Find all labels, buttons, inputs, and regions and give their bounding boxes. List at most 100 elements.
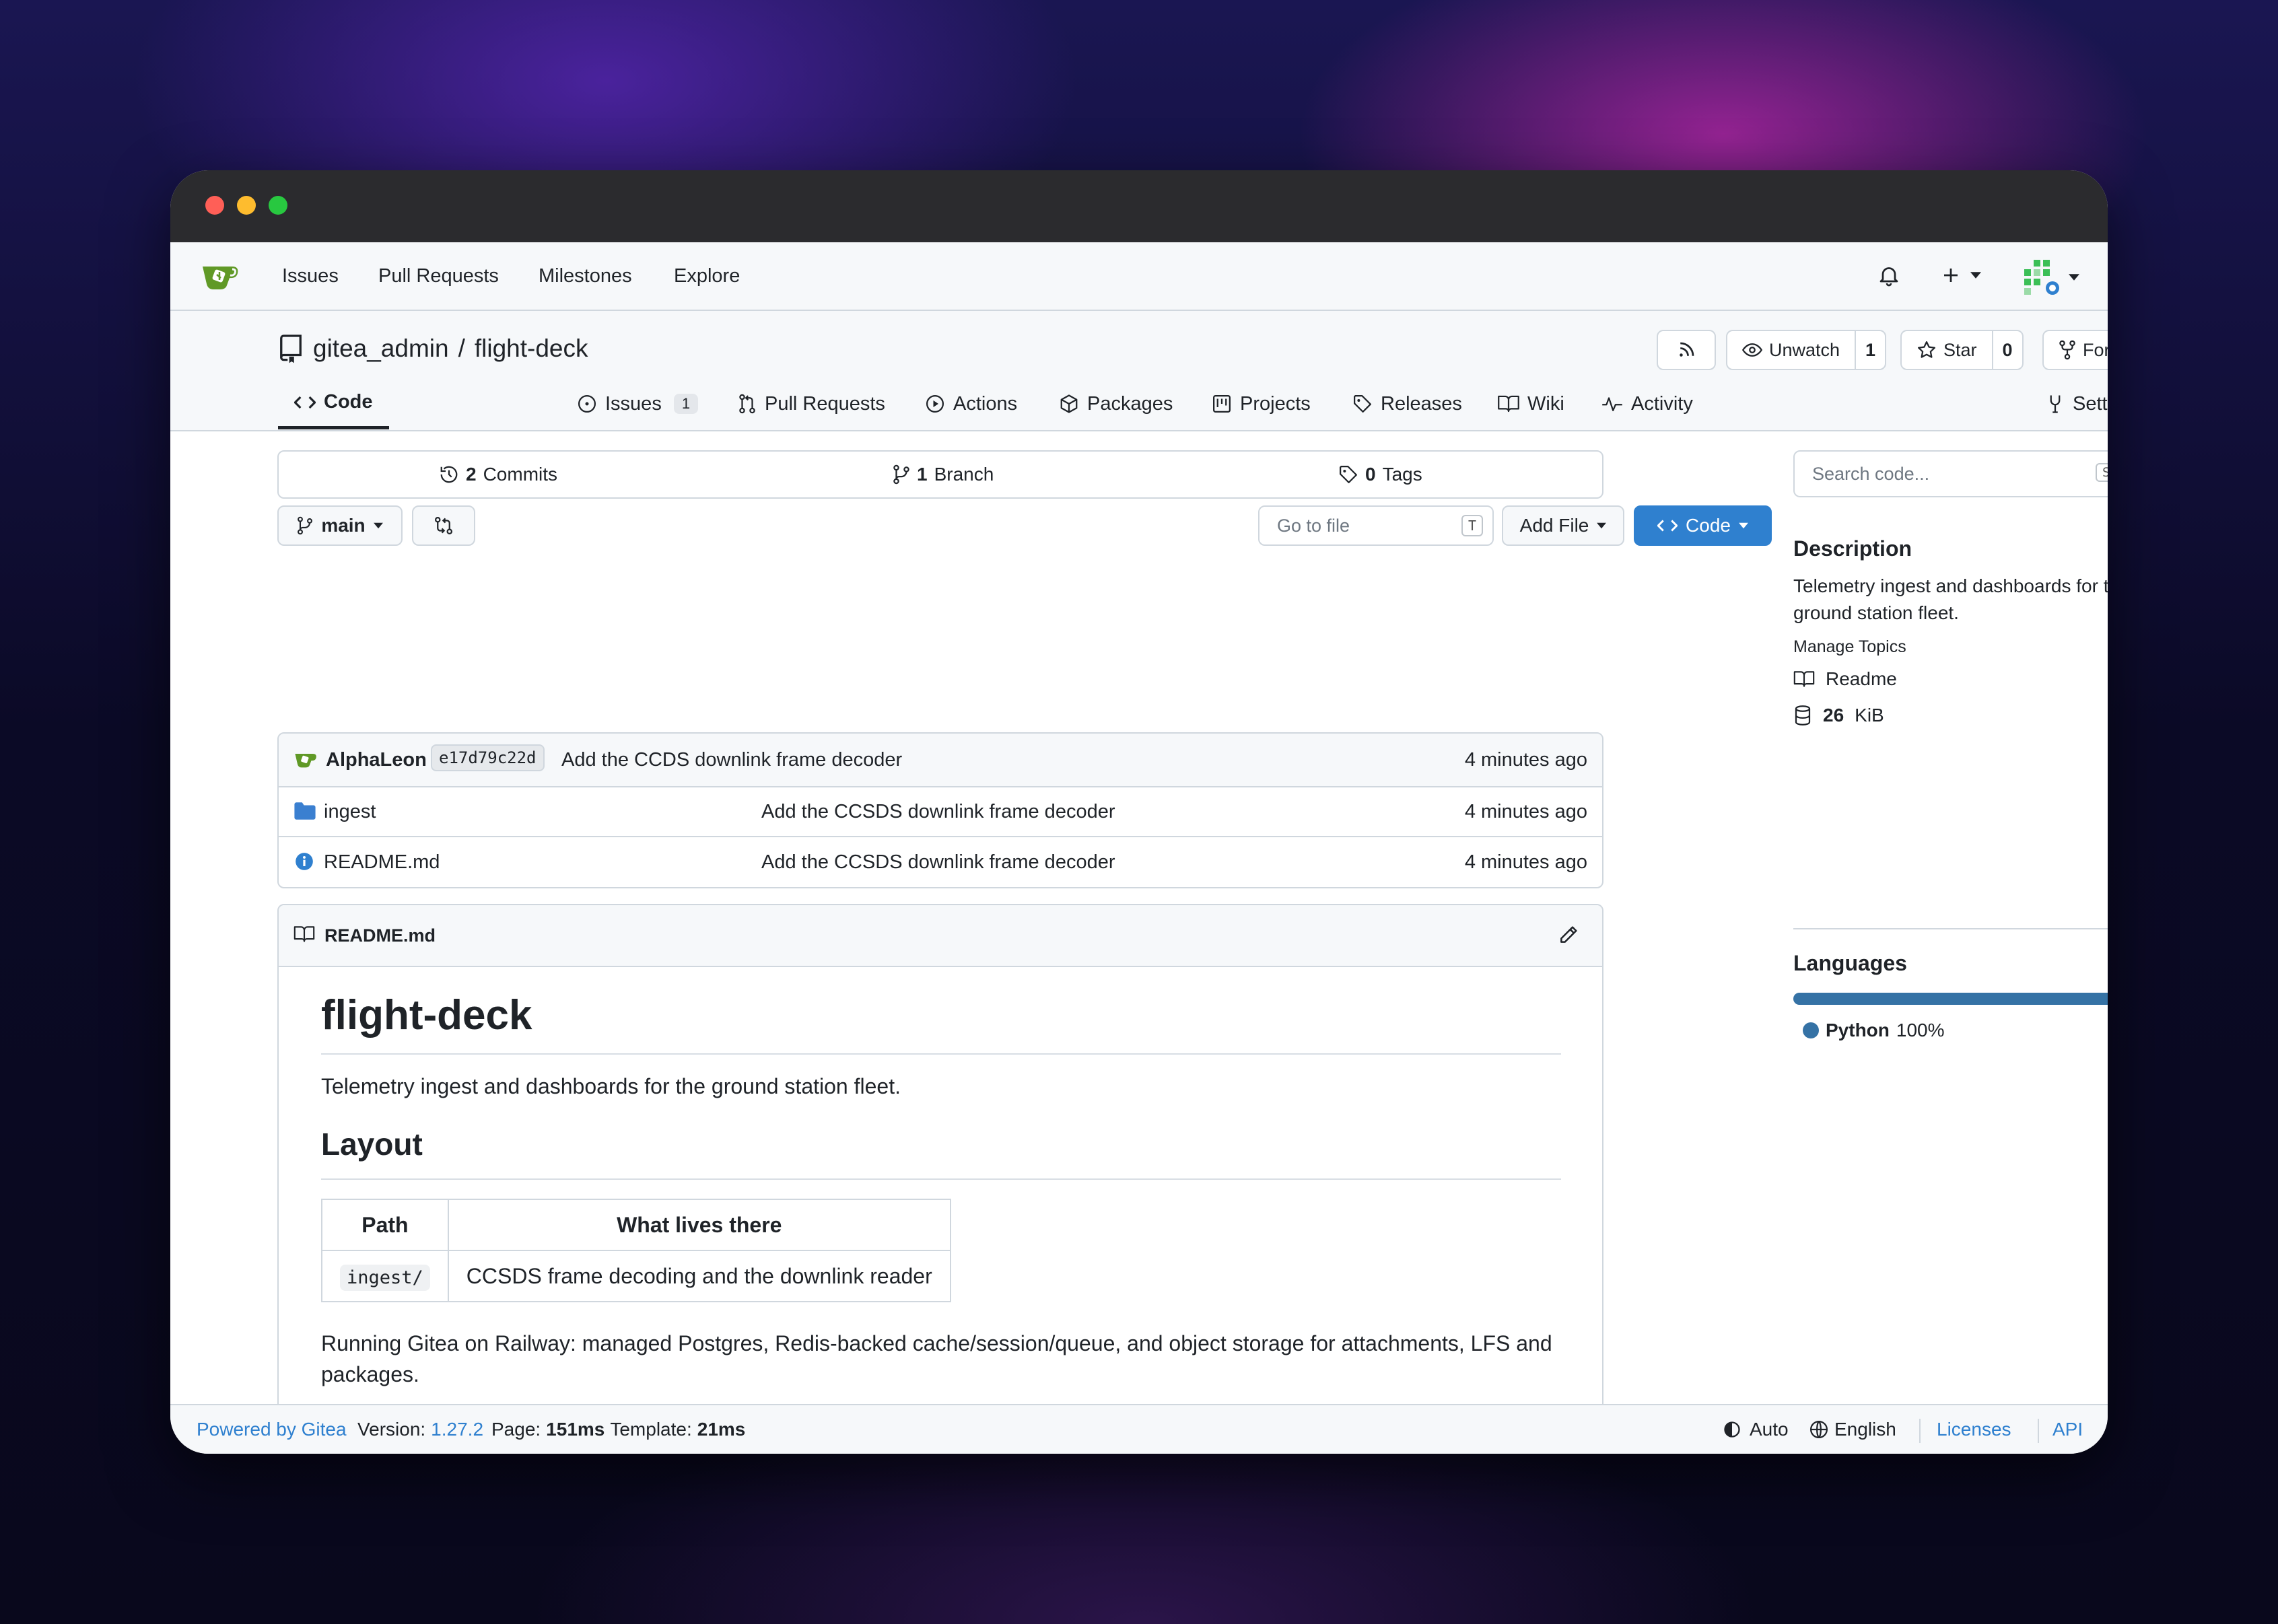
tags-link[interactable]: 0 Tags: [1338, 452, 1422, 497]
book-icon: [1793, 671, 1815, 687]
sidebar-divider: [1793, 928, 2108, 929]
compare-button[interactable]: [412, 505, 475, 546]
tab-issues-label: Issues: [605, 392, 662, 415]
version-link[interactable]: 1.27.2: [431, 1419, 483, 1440]
create-new-menu[interactable]: [1941, 265, 1981, 285]
file-commit-time: 4 minutes ago: [1464, 800, 1587, 822]
table-cell: CCSDS frame decoding and the downlink re…: [447, 1250, 951, 1302]
book-icon: [294, 925, 315, 943]
readme-title: flight-deck: [321, 992, 532, 1038]
compare-icon: [435, 517, 452, 534]
table-header: Path: [321, 1199, 449, 1251]
add-file-button[interactable]: Add File: [1502, 505, 1624, 546]
clone-code-label: Code: [1686, 515, 1731, 536]
tab-releases[interactable]: Releases: [1352, 378, 1462, 429]
info-file-icon: [295, 852, 314, 871]
star-button[interactable]: Star 0: [1900, 330, 2024, 370]
branches-link[interactable]: 1 Branch: [893, 452, 994, 497]
chevron-down-icon: [1970, 272, 1981, 279]
licenses-link[interactable]: Licenses: [1937, 1405, 2011, 1454]
tab-packages[interactable]: Packages: [1059, 378, 1173, 429]
unwatch-button[interactable]: Unwatch 1: [1726, 330, 1887, 370]
page-time-label: Page:: [491, 1419, 541, 1440]
tab-code[interactable]: Code: [278, 378, 389, 429]
readme-section-heading: Layout: [321, 1127, 423, 1162]
repo-owner-link[interactable]: gitea_admin: [313, 334, 449, 363]
window-titlebar: [170, 170, 2108, 242]
readme-panel: README.md flight-deck Telemetry ingest a…: [277, 904, 1603, 1419]
branch-icon: [298, 516, 313, 535]
nav-pull-requests[interactable]: Pull Requests: [378, 242, 499, 310]
branch-selector[interactable]: main: [277, 505, 403, 546]
branch-name: main: [321, 515, 366, 536]
author-avatar[interactable]: [294, 750, 318, 770]
edit-pencil-icon[interactable]: [1558, 924, 1579, 946]
powered-by-gitea-link[interactable]: Powered by Gitea: [197, 1405, 347, 1454]
tab-settings[interactable]: Settings: [2046, 378, 2108, 429]
browser-window: Issues Pull Requests Milestones Explore …: [170, 170, 2108, 1454]
minimize-window-button[interactable]: [237, 196, 256, 215]
maximize-window-button[interactable]: [269, 196, 287, 215]
file-name[interactable]: ingest: [324, 787, 376, 836]
chevron-down-icon: [1597, 522, 1607, 529]
tab-activity[interactable]: Activity: [1601, 378, 1693, 429]
tab-actions-label: Actions: [953, 392, 1018, 415]
readme-table: Path What lives there ingest/ CCSDS fram…: [321, 1199, 951, 1302]
notifications-bell-icon[interactable]: [1877, 262, 1901, 288]
chevron-down-icon: [2069, 274, 2079, 281]
language-item[interactable]: Python 100%: [1803, 1020, 1945, 1041]
repo-name-link[interactable]: flight-deck: [475, 334, 588, 363]
branch-icon: [893, 464, 909, 485]
version-info: Version: 1.27.2: [357, 1405, 483, 1454]
rss-feed-button[interactable]: [1657, 330, 1716, 370]
fork-button[interactable]: Fork 0: [2042, 330, 2108, 370]
manage-topics-link[interactable]: Manage Topics: [1793, 637, 1906, 657]
nav-issues[interactable]: Issues: [282, 242, 339, 310]
languages-title: Languages: [1793, 951, 1907, 975]
theme-selector[interactable]: Auto: [1723, 1405, 1789, 1454]
tab-actions[interactable]: Actions: [925, 378, 1017, 429]
page-footer: Powered by Gitea Version: 1.27.2 Page: 1…: [170, 1404, 2108, 1454]
go-to-file-input[interactable]: Go to file T: [1258, 505, 1494, 546]
code-icon: [294, 396, 316, 409]
file-commit-message[interactable]: Add the CCSDS downlink frame decoder: [761, 837, 1115, 887]
readme-link-label: Readme: [1826, 668, 1897, 689]
commit-author[interactable]: AlphaLeon: [326, 734, 427, 786]
readme-link[interactable]: Readme: [1793, 668, 1897, 690]
fork-icon: [2059, 340, 2075, 360]
star-count[interactable]: 0: [1991, 331, 2022, 369]
nav-milestones[interactable]: Milestones: [539, 242, 632, 310]
file-name[interactable]: README.md: [324, 837, 440, 887]
template-time: 21ms: [697, 1419, 746, 1440]
readme-filename[interactable]: README.md: [324, 905, 436, 966]
commit-sha[interactable]: e17d79c22d: [431, 744, 545, 771]
nav-explore[interactable]: Explore: [674, 242, 740, 310]
folder-icon: [294, 801, 316, 821]
clone-code-button[interactable]: Code: [1634, 505, 1772, 546]
tab-projects[interactable]: Projects: [1212, 378, 1311, 429]
footer-divider: [1919, 1419, 1921, 1443]
theme-label: Auto: [1750, 1419, 1789, 1440]
readme-closing-paragraph: Running Gitea on Railway: managed Postgr…: [321, 1331, 1552, 1386]
commits-label: Commits: [483, 464, 558, 485]
user-menu[interactable]: [2023, 258, 2079, 296]
tab-wiki[interactable]: Wiki: [1498, 378, 1564, 429]
star-icon: [1918, 341, 1935, 358]
tag-icon: [1340, 466, 1357, 483]
tab-pull-requests[interactable]: Pull Requests: [738, 378, 885, 429]
close-window-button[interactable]: [205, 196, 224, 215]
book-icon: [1498, 395, 1519, 413]
watch-count[interactable]: 1: [1855, 331, 1885, 369]
tab-issues[interactable]: Issues 1: [577, 378, 699, 429]
globe-icon: [1810, 1421, 1828, 1438]
api-link[interactable]: API: [2052, 1405, 2083, 1454]
file-row[interactable]: README.md Add the CCSDS downlink frame d…: [279, 837, 1602, 887]
code-search-input[interactable]: Search code...: [1812, 452, 1929, 496]
commit-message[interactable]: Add the CCDS downlink frame decoder: [561, 734, 902, 786]
readme-intro: Telemetry ingest and dashboards for the …: [321, 1074, 901, 1098]
commits-link[interactable]: 2 Commits: [439, 452, 557, 497]
gitea-logo-icon[interactable]: [200, 260, 240, 293]
file-commit-message[interactable]: Add the CCSDS downlink frame decoder: [761, 787, 1115, 836]
file-row[interactable]: ingest Add the CCSDS downlink frame deco…: [279, 787, 1602, 837]
language-selector[interactable]: English: [1809, 1405, 1896, 1454]
